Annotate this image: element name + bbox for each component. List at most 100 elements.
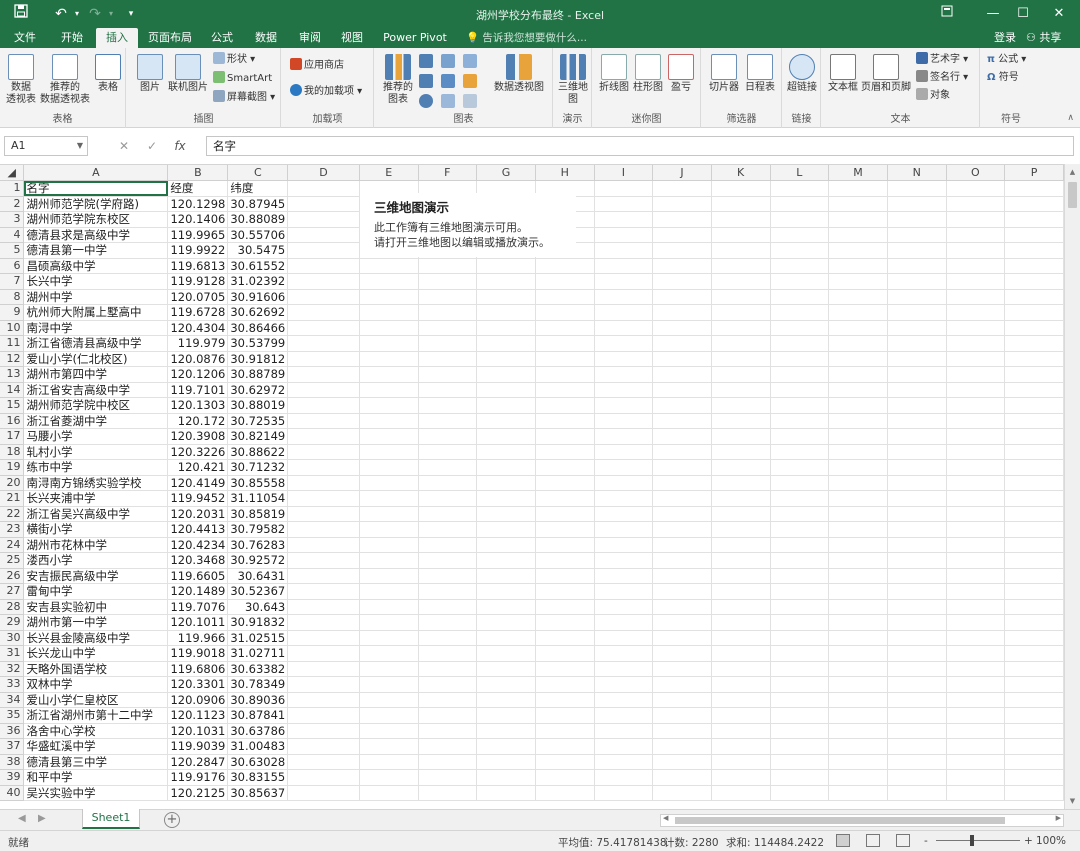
empty-cell[interactable]	[1004, 211, 1064, 228]
empty-cell[interactable]	[711, 707, 771, 724]
school-name-cell[interactable]: 湖州中学	[23, 289, 169, 305]
empty-cell[interactable]	[359, 583, 419, 600]
header-cell-latitude[interactable]: 纬度	[227, 180, 289, 197]
longitude-cell[interactable]: 119.6806	[167, 661, 229, 677]
pie-chart-icon[interactable]	[419, 94, 433, 108]
empty-cell[interactable]	[359, 289, 419, 305]
empty-cell[interactable]	[535, 769, 595, 786]
empty-cell[interactable]	[1004, 537, 1064, 553]
empty-cell[interactable]	[828, 738, 888, 755]
empty-cell[interactable]	[418, 444, 478, 460]
empty-cell[interactable]	[946, 258, 1006, 274]
empty-cell[interactable]	[359, 459, 419, 476]
empty-cell[interactable]	[535, 599, 595, 615]
longitude-cell[interactable]: 120.1406	[167, 211, 229, 228]
empty-cell[interactable]	[652, 490, 712, 507]
pictures-button[interactable]: 图片	[133, 54, 167, 94]
page-layout-view-icon[interactable]	[866, 834, 880, 847]
empty-cell[interactable]	[652, 661, 712, 677]
row-header[interactable]: 3	[0, 211, 25, 228]
school-name-cell[interactable]: 天略外国语学校	[23, 661, 169, 677]
screenshot-button[interactable]: 屏幕截图 ▾	[213, 90, 275, 106]
empty-cell[interactable]	[770, 506, 830, 522]
empty-cell[interactable]	[946, 382, 1006, 398]
empty-cell[interactable]	[828, 707, 888, 724]
empty-cell[interactable]	[711, 366, 771, 383]
empty-cell[interactable]	[887, 645, 947, 662]
empty-cell[interactable]	[887, 707, 947, 724]
row-header[interactable]: 20	[0, 475, 25, 491]
row-header[interactable]: 39	[0, 769, 25, 786]
empty-cell[interactable]	[1004, 397, 1064, 414]
empty-cell[interactable]	[476, 351, 536, 367]
empty-cell[interactable]	[476, 366, 536, 383]
empty-cell[interactable]	[828, 242, 888, 259]
ribbon-display-icon[interactable]	[932, 4, 962, 24]
empty-cell[interactable]	[946, 180, 1006, 197]
latitude-cell[interactable]: 30.643	[227, 599, 289, 615]
empty-cell[interactable]	[887, 599, 947, 615]
empty-cell[interactable]	[946, 661, 1006, 677]
empty-cell[interactable]	[359, 537, 419, 553]
row-header[interactable]: 23	[0, 521, 25, 538]
school-name-cell[interactable]: 华盛虹溪中学	[23, 738, 169, 755]
empty-cell[interactable]	[946, 227, 1006, 243]
empty-cell[interactable]	[594, 428, 654, 445]
empty-cell[interactable]	[287, 645, 360, 662]
empty-cell[interactable]	[476, 335, 536, 352]
enter-icon[interactable]: ✓	[138, 136, 166, 156]
my-addins-button[interactable]: 我的加载项 ▾	[290, 84, 362, 100]
empty-cell[interactable]	[946, 676, 1006, 693]
empty-cell[interactable]	[1004, 769, 1064, 786]
empty-cell[interactable]	[828, 227, 888, 243]
empty-cell[interactable]	[946, 692, 1006, 708]
winloss-sparkline-button[interactable]: 盈亏	[665, 54, 697, 94]
empty-cell[interactable]	[770, 537, 830, 553]
empty-cell[interactable]	[946, 599, 1006, 615]
column-header-f[interactable]: F	[418, 165, 478, 181]
empty-cell[interactable]	[711, 692, 771, 708]
empty-cell[interactable]	[887, 196, 947, 212]
empty-cell[interactable]	[535, 289, 595, 305]
empty-cell[interactable]	[1004, 180, 1064, 197]
empty-cell[interactable]	[359, 351, 419, 367]
empty-cell[interactable]	[652, 428, 712, 445]
empty-cell[interactable]	[828, 537, 888, 553]
column-header-m[interactable]: M	[828, 165, 888, 181]
row-header[interactable]: 12	[0, 351, 25, 367]
empty-cell[interactable]	[476, 723, 536, 739]
empty-cell[interactable]	[287, 599, 360, 615]
empty-cell[interactable]	[887, 490, 947, 507]
empty-cell[interactable]	[535, 568, 595, 584]
row-header[interactable]: 2	[0, 196, 25, 212]
empty-cell[interactable]	[1004, 521, 1064, 538]
empty-cell[interactable]	[418, 645, 478, 662]
empty-cell[interactable]	[1004, 661, 1064, 677]
empty-cell[interactable]	[1004, 289, 1064, 305]
latitude-cell[interactable]: 30.72535	[227, 413, 289, 429]
latitude-cell[interactable]: 30.85637	[227, 785, 289, 801]
empty-cell[interactable]	[770, 459, 830, 476]
select-all-corner[interactable]: ◢	[0, 165, 25, 181]
school-name-cell[interactable]: 湖州师范学院东校区	[23, 211, 169, 228]
empty-cell[interactable]	[828, 583, 888, 600]
empty-cell[interactable]	[359, 552, 419, 569]
empty-cell[interactable]	[287, 568, 360, 584]
longitude-cell[interactable]: 119.9018	[167, 645, 229, 662]
empty-cell[interactable]	[828, 304, 888, 321]
empty-cell[interactable]	[770, 769, 830, 786]
empty-cell[interactable]	[652, 180, 712, 197]
empty-cell[interactable]	[946, 738, 1006, 755]
empty-cell[interactable]	[711, 661, 771, 677]
school-name-cell[interactable]: 长兴龙山中学	[23, 645, 169, 662]
empty-cell[interactable]	[711, 537, 771, 553]
empty-cell[interactable]	[476, 459, 536, 476]
empty-cell[interactable]	[476, 661, 536, 677]
empty-cell[interactable]	[287, 304, 360, 321]
row-header[interactable]: 5	[0, 242, 25, 259]
empty-cell[interactable]	[887, 320, 947, 336]
next-sheet-icon[interactable]: ▶	[38, 813, 46, 824]
empty-cell[interactable]	[711, 413, 771, 429]
wordart-button[interactable]: 艺术字 ▾	[916, 52, 968, 68]
empty-cell[interactable]	[887, 227, 947, 243]
